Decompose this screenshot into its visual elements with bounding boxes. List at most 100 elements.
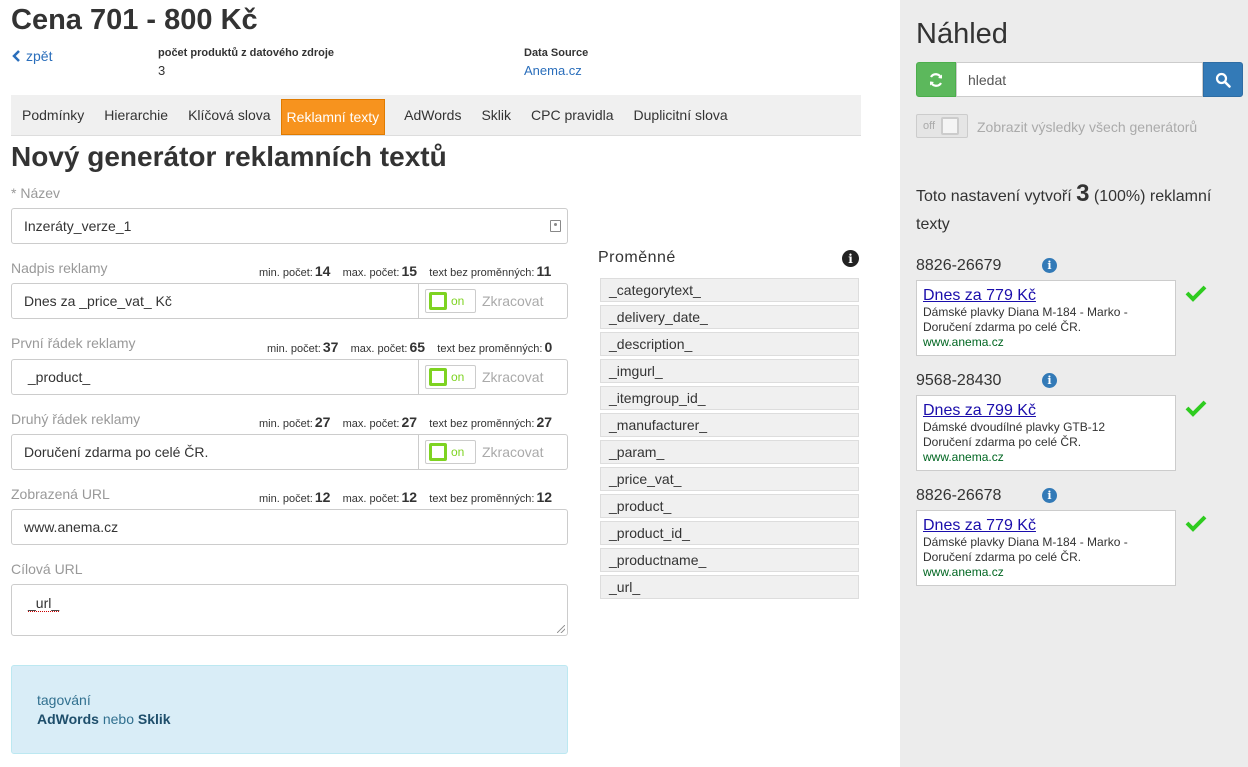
headline-input[interactable]: Dnes za _price_vat_ Kč on Zkracovat [11, 283, 568, 319]
line1-shorten-toggle[interactable]: on [425, 365, 476, 389]
variable-item[interactable]: _price_vat_ [600, 467, 859, 491]
tab-conditions[interactable]: Podmínky [12, 95, 94, 135]
ad-line2: Doručení zdarma po celé ČR. [923, 320, 1082, 334]
tab-hierarchy[interactable]: Hierarchie [94, 95, 178, 135]
target-url-textarea[interactable]: _url_ [11, 584, 568, 636]
line2-min: 27 [314, 414, 331, 430]
shorten-label: Zkracovat [482, 293, 544, 309]
toggle-state: on [451, 445, 465, 459]
variable-item[interactable]: _description_ [600, 332, 859, 356]
line2-input[interactable]: Doručení zdarma po celé ČR. on Zkracovat [11, 434, 568, 470]
ad-headline[interactable]: Dnes za 779 Kč [923, 517, 1169, 535]
variable-item[interactable]: _imgurl_ [600, 359, 859, 383]
min-count-label: min. počet: [259, 493, 313, 505]
line1-shorten-group: on Zkracovat [418, 360, 567, 394]
max-count-label: max. počet: [342, 493, 400, 505]
back-link[interactable]: zpět [12, 48, 52, 64]
line1-value: _product_ [24, 369, 91, 385]
headline-shorten-toggle[interactable]: on [425, 289, 476, 313]
search-icon [1215, 72, 1231, 88]
display-url-min: 12 [314, 489, 331, 505]
toggle-knob [429, 368, 447, 386]
headline-value: Dnes za _price_vat_ Kč [24, 293, 172, 309]
form-title: Nový generátor reklamních textů [11, 141, 447, 172]
result-id: 9568-28430 [916, 372, 1002, 389]
display-url-label: Zobrazená URL [11, 486, 110, 502]
line2-label: Druhý řádek reklamy [11, 411, 141, 427]
variable-item[interactable]: _product_id_ [600, 521, 859, 545]
search-button[interactable] [1203, 62, 1243, 97]
min-count-label: min. počet: [259, 418, 313, 430]
ad-headline[interactable]: Dnes za 799 Kč [923, 402, 1169, 420]
check-icon [1185, 515, 1207, 532]
line2-shorten-toggle[interactable]: on [425, 440, 476, 464]
tab-adwords[interactable]: AdWords [394, 95, 471, 135]
tab-ad-texts[interactable]: Reklamní texty [280, 99, 386, 135]
tagging-box: tagování AdWords nebo Sklik [11, 665, 568, 754]
search-input[interactable]: hledat [956, 62, 1203, 97]
display-url-input[interactable]: www.anema.cz [11, 509, 568, 545]
all-generators-toggle[interactable]: off [916, 114, 968, 138]
refresh-button[interactable] [916, 62, 956, 97]
toggle-knob [941, 117, 960, 135]
tab-keywords[interactable]: Klíčová slova [178, 95, 280, 135]
line1-input[interactable]: _product_ on Zkracovat [11, 359, 568, 395]
summary-text: Toto nastavení vytvoří 3 (100%) reklamní… [916, 180, 1241, 239]
headline-min: 14 [314, 263, 331, 279]
toggle-state: on [451, 370, 465, 384]
products-label: počet produktů z datového zdroje [158, 47, 335, 59]
ad-headline[interactable]: Dnes za 779 Kč [923, 287, 1169, 305]
line2-value: Doručení zdarma po celé ČR. [24, 444, 209, 460]
headline-counts: min. počet: 14 max. počet: 15 text bez pro… [259, 263, 551, 279]
variable-item[interactable]: _param_ [600, 440, 859, 464]
contact-card-icon [550, 220, 561, 232]
refresh-icon [929, 72, 943, 87]
tagging-adwords-link[interactable]: AdWords [37, 711, 99, 727]
products-count: počet produktů z datového zdroje 3 [158, 47, 334, 78]
variables-list: _categorytext_ _delivery_date_ _descript… [600, 278, 859, 602]
resize-handle[interactable] [557, 625, 565, 633]
info-icon[interactable]: i [842, 250, 859, 267]
variable-item[interactable]: _itemgroup_id_ [600, 386, 859, 410]
min-count-label: min. počet: [267, 343, 321, 355]
toggle-knob [429, 292, 447, 310]
variable-item[interactable]: _delivery_date_ [600, 305, 859, 329]
ad-preview: Dnes za 779 Kč Dámské plavky Diana M-184… [916, 280, 1176, 356]
variable-item[interactable]: _categorytext_ [600, 278, 859, 302]
variable-item[interactable]: _url_ [600, 575, 859, 599]
display-url-value: www.anema.cz [24, 519, 119, 535]
name-value: Inzeráty_verze_1 [24, 218, 132, 234]
tab-cpc-rules[interactable]: CPC pravidla [521, 95, 623, 135]
page-title: Cena 701 - 800 Kč [11, 4, 258, 36]
novar-label: text bez proměnných: [437, 343, 543, 355]
line1-counts: min. počet: 37 max. počet: 65 text bez pro… [267, 339, 552, 355]
variable-item[interactable]: _manufacturer_ [600, 413, 859, 437]
name-input[interactable]: Inzeráty_verze_1 [11, 208, 568, 244]
ad-url: www.anema.cz [923, 565, 1004, 579]
max-count-label: max. počet: [350, 343, 408, 355]
line1-min: 37 [322, 339, 339, 355]
variable-item[interactable]: _productname_ [600, 548, 859, 572]
shorten-label: Zkracovat [482, 369, 544, 385]
tagging-sklik-link[interactable]: Sklik [138, 711, 171, 727]
headline-max: 15 [401, 263, 418, 279]
max-count-label: max. počet: [342, 267, 400, 279]
variable-item[interactable]: _product_ [600, 494, 859, 518]
tab-sklik[interactable]: Sklik [471, 95, 521, 135]
tab-duplicate-words[interactable]: Duplicitní slova [624, 95, 738, 135]
line2-shorten-group: on Zkracovat [418, 435, 567, 469]
name-label: * Název [11, 185, 60, 201]
display-url-max: 12 [401, 489, 418, 505]
info-icon[interactable]: i [1042, 373, 1057, 388]
source-link[interactable]: Anema.cz [524, 63, 588, 78]
toggle-knob [429, 443, 447, 461]
target-url-label: Cílová URL [11, 561, 83, 577]
info-icon[interactable]: i [1042, 488, 1057, 503]
min-count-label: min. počet: [259, 267, 313, 279]
name-label-text: Název [20, 185, 61, 201]
tab-bar: Podmínky Hierarchie Klíčová slova Reklam… [11, 95, 861, 136]
info-icon[interactable]: i [1042, 258, 1057, 273]
check-icon [1185, 400, 1207, 417]
chevron-left-icon [12, 50, 20, 62]
ad-preview: Dnes za 779 Kč Dámské plavky Diana M-184… [916, 510, 1176, 586]
